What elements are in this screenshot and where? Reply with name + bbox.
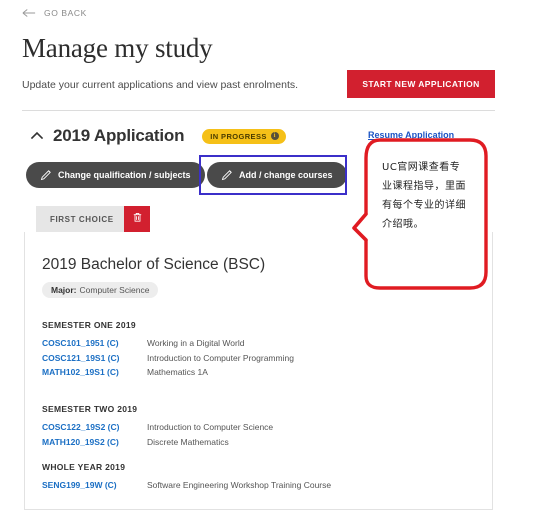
course-row: SENG199_19W (C) Software Engineering Wor… bbox=[42, 480, 331, 491]
info-icon[interactable]: i bbox=[270, 132, 279, 140]
course-name: Working in a Digital World bbox=[147, 338, 245, 348]
course-name: Introduction to Computer Programming bbox=[147, 352, 294, 363]
add-change-courses-label: Add / change courses bbox=[239, 170, 333, 180]
course-code[interactable]: MATH102_19S1 (C) bbox=[42, 367, 147, 378]
semester-title: SEMESTER ONE 2019 bbox=[42, 320, 136, 330]
page-title: Manage my study bbox=[22, 33, 213, 63]
course-name: Software Engineering Workshop Training C… bbox=[147, 480, 332, 490]
major-badge: Major: Computer Science bbox=[42, 282, 159, 298]
trash-icon bbox=[131, 211, 144, 227]
semester-block: WHOLE YEAR 2019 SENG199_19W (C) Software… bbox=[42, 462, 331, 495]
major-label: Major: bbox=[51, 285, 77, 295]
course-row: COSC121_19S1 (C) Introduction to Compute… bbox=[42, 353, 294, 364]
semester-title: SEMESTER TWO 2019 bbox=[42, 404, 138, 414]
course-row: COSC101_1951 (C) Working in a Digital Wo… bbox=[42, 338, 294, 349]
course-row: MATH102_19S1 (C) Mathematics 1A bbox=[42, 367, 294, 378]
semester-title: WHOLE YEAR 2019 bbox=[42, 462, 126, 472]
major-value: Computer Science bbox=[79, 285, 150, 295]
pencil-icon bbox=[40, 169, 52, 181]
application-header[interactable]: 2019 Application IN PROGRESS i bbox=[30, 126, 286, 146]
change-qualification-button[interactable]: Change qualification / subjects bbox=[26, 162, 205, 188]
status-badge-label: IN PROGRESS bbox=[210, 131, 267, 141]
go-back-label: GO BACK bbox=[44, 8, 87, 18]
course-row: MATH120_19S2 (C) Discrete Mathematics bbox=[42, 437, 273, 448]
semester-block: SEMESTER TWO 2019 COSC122_19S2 (C) Intro… bbox=[42, 404, 273, 451]
application-title: 2019 Application bbox=[53, 126, 185, 145]
start-new-application-button[interactable]: START NEW APPLICATION bbox=[347, 70, 495, 98]
course-name: Introduction to Computer Science bbox=[147, 422, 274, 432]
status-badge: IN PROGRESS i bbox=[202, 128, 286, 144]
course-name: Mathematics 1A bbox=[147, 367, 208, 378]
resume-application-link[interactable]: Resume Application bbox=[368, 130, 454, 140]
qualification-title: 2019 Bachelor of Science (BSC) bbox=[42, 256, 266, 273]
chevron-up-icon[interactable] bbox=[30, 129, 44, 143]
course-code[interactable]: COSC122_19S2 (C) bbox=[42, 422, 147, 433]
first-choice-tab[interactable]: FIRST CHOICE bbox=[36, 206, 128, 232]
annotation-text: UC官网课查看专业课程指导，里面有每个专业的详细介绍哦。 bbox=[382, 162, 466, 230]
course-code[interactable]: COSC101_1951 (C) bbox=[42, 338, 147, 349]
page-subtitle: Update your current applications and vie… bbox=[22, 79, 299, 91]
course-name: Discrete Mathematics bbox=[147, 436, 229, 447]
change-qualification-label: Change qualification / subjects bbox=[58, 170, 191, 180]
go-back-button[interactable]: GO BACK bbox=[22, 8, 87, 18]
delete-choice-button[interactable] bbox=[124, 206, 150, 232]
pencil-icon bbox=[221, 169, 233, 181]
course-code[interactable]: SENG199_19W (C) bbox=[42, 480, 147, 491]
course-code[interactable]: MATH120_19S2 (C) bbox=[42, 437, 147, 448]
course-code[interactable]: COSC121_19S1 (C) bbox=[42, 353, 147, 364]
course-row: COSC122_19S2 (C) Introduction to Compute… bbox=[42, 422, 273, 433]
arrow-left-icon bbox=[22, 8, 36, 18]
semester-block: SEMESTER ONE 2019 COSC101_1951 (C) Worki… bbox=[42, 320, 294, 382]
header-divider bbox=[22, 110, 495, 111]
add-change-courses-button[interactable]: Add / change courses bbox=[207, 162, 347, 188]
